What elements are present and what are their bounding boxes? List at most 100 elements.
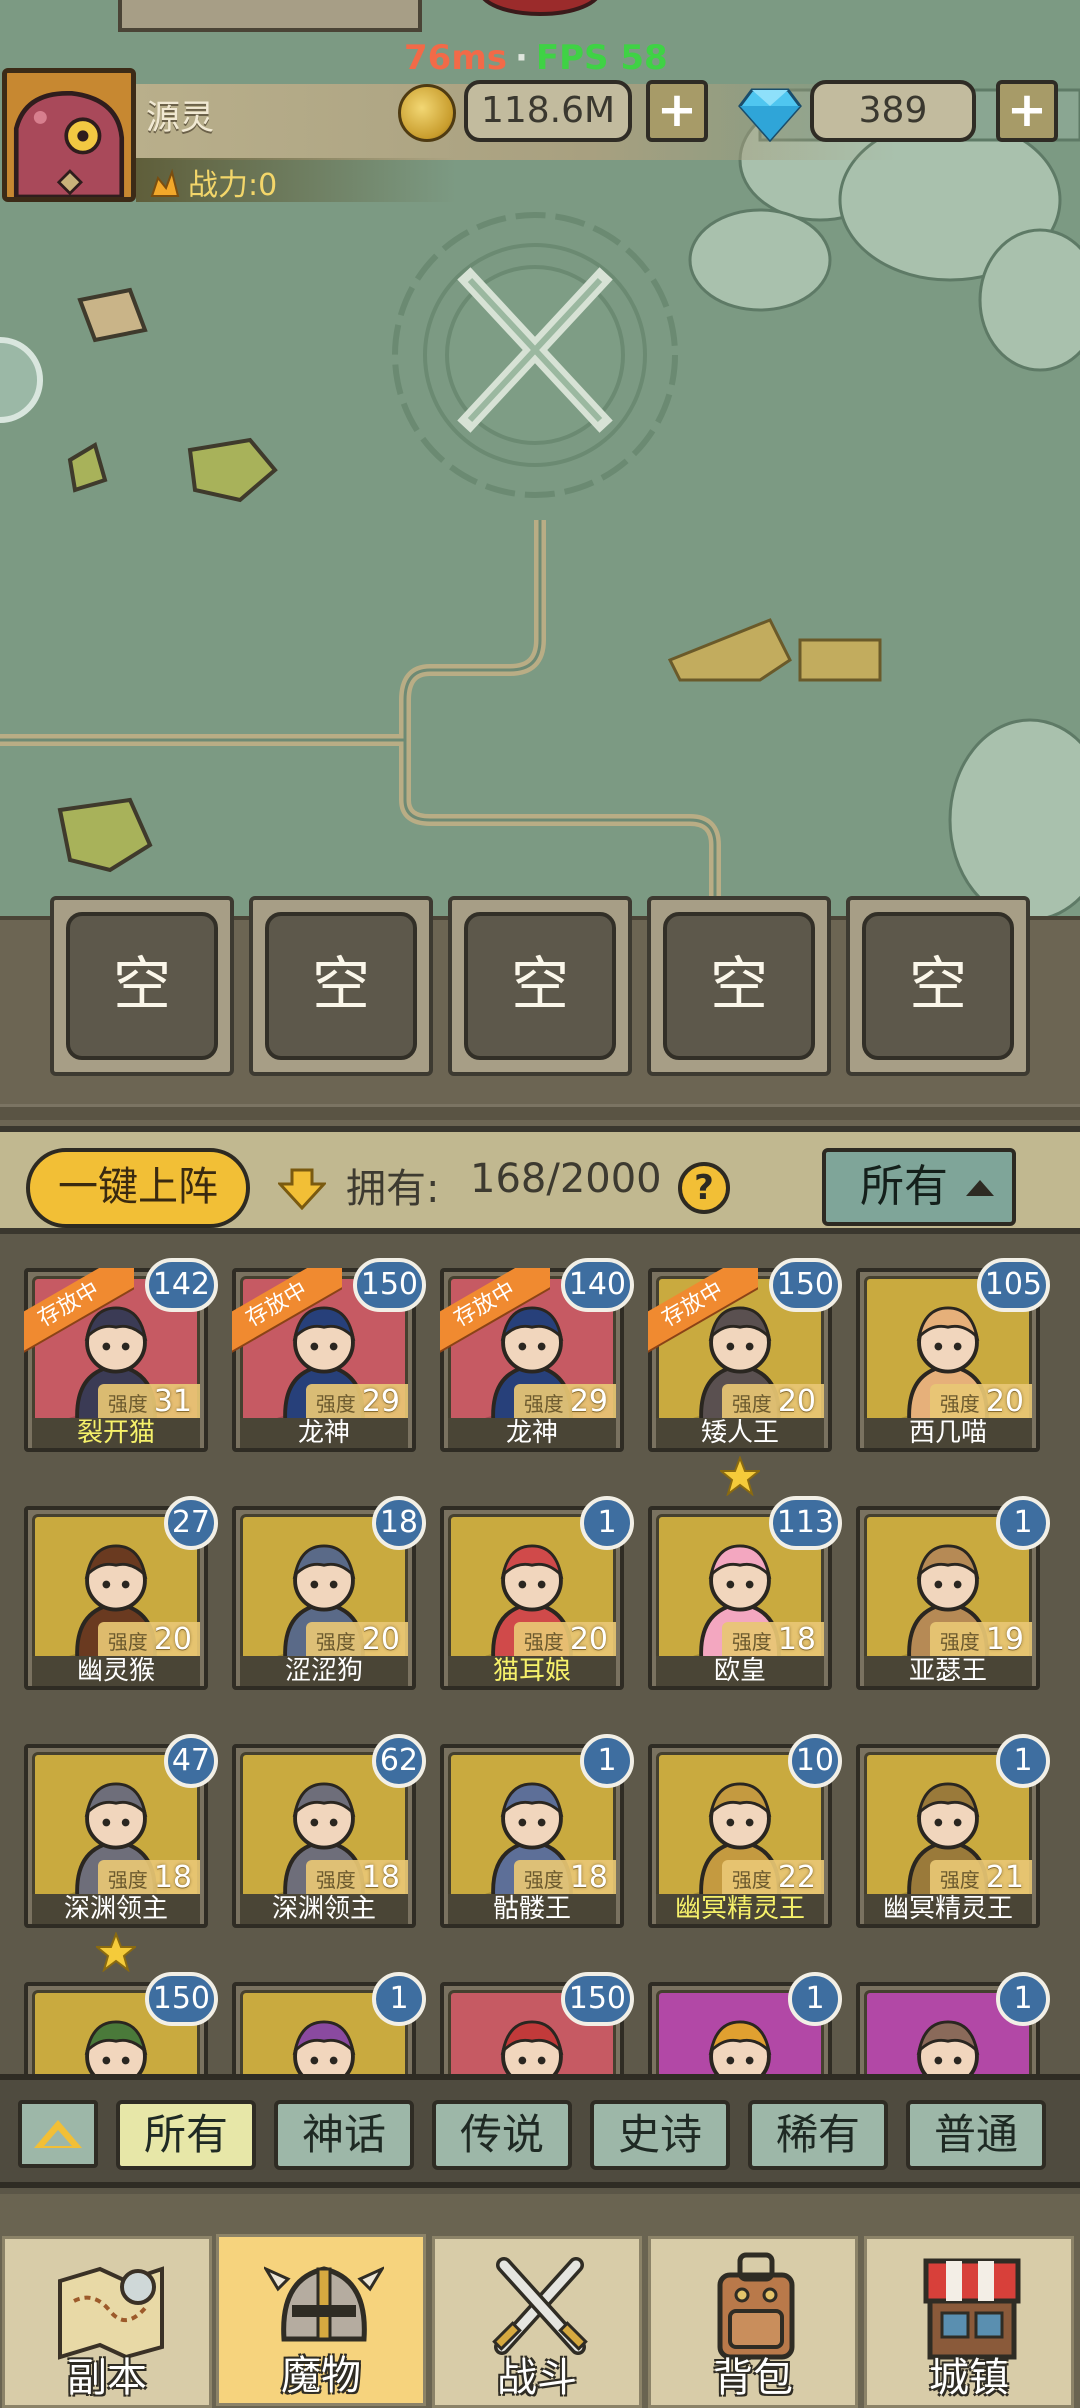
strength-value: 18 [361,1860,400,1895]
collapse-button[interactable] [18,2100,98,2168]
game-screen: 76ms · FPS 58 源灵 战力:0 118.6M + 389 + 空 空… [0,0,1080,2408]
strength-label: 强度 [523,1868,564,1892]
monster-name: 幽冥精灵王 [864,1894,1032,1924]
strength-label: 强度 [523,1630,564,1654]
strength-value: 31 [153,1384,192,1419]
rarity-tab-epic[interactable]: 史诗 [590,2100,730,2170]
sort-filter-dropdown[interactable]: 所有 [822,1148,1016,1226]
formation-slot[interactable]: 空 [647,896,831,1076]
monster-card[interactable]: 强度 20 西几喵 105 [856,1258,1050,1452]
monster-card[interactable]: 强度 22 幽冥精灵王 10 [648,1734,842,1928]
nav-town[interactable]: 城镇 [864,2236,1074,2408]
strength-label: 强度 [523,1392,564,1416]
nav-battle[interactable]: 战斗 [432,2236,642,2408]
strength-value: 22 [777,1860,816,1895]
strength-tag: 强度 20 [721,1384,824,1420]
monster-card[interactable]: 150 [24,1972,218,2078]
strength-value: 18 [569,1860,608,1895]
monster-card[interactable]: 强度 19 亚瑟王 1 [856,1496,1050,1690]
formation-slot[interactable]: 空 [846,896,1030,1076]
monster-card[interactable]: 强度 18 深渊领主 62 [232,1734,426,1928]
stored-ribbon: 存放中 [440,1268,550,1378]
monster-name: 骷髅王 [448,1894,616,1924]
rarity-tab-common[interactable]: 普通 [906,2100,1046,2170]
slot-label: 空 [663,912,815,1060]
count-badge: 150 [560,1972,634,2026]
stored-label: 存放中 [648,1268,758,1358]
owned-label: 拥有: [346,1166,440,1212]
monster-grid[interactable]: 存放中 强度 31 裂开猫 142 存放中 强度 29 龙神 150 存放中 强度 29 龙神 140 存放中… [0,1234,1080,2078]
formation-slot[interactable]: 空 [50,896,234,1076]
count-badge: 1 [788,1972,842,2026]
monster-card[interactable]: 存放中 强度 29 龙神 140 [440,1258,634,1452]
rarity-filter-bar: 所有 神话 传说 史诗 稀有 普通 [0,2074,1080,2188]
monster-card[interactable]: 强度 18 深渊领主 47 [24,1734,218,1972]
strength-tag: 强度 19 [929,1622,1032,1658]
count-badge: 150 [352,1258,426,1312]
count-badge: 150 [144,1972,218,2026]
strength-tag: 强度 29 [513,1384,616,1420]
monster-card[interactable]: 强度 20 幽灵猴 27 [24,1496,218,1690]
auto-deploy-button[interactable]: 一键上阵 [26,1148,250,1228]
combat-power: 战力:0 [148,160,277,204]
count-badge: 47 [163,1734,218,1788]
avatar[interactable] [2,68,136,202]
count-badge: 18 [371,1496,426,1550]
slot-label: 空 [265,912,417,1060]
monster-card[interactable]: 强度 20 猫耳娘 1 [440,1496,634,1690]
strength-label: 强度 [939,1630,980,1654]
add-gold-button[interactable]: + [646,80,708,142]
formation-slot[interactable]: 空 [249,896,433,1076]
count-badge: 1 [996,1734,1050,1788]
monster-card[interactable]: 强度 18 欧皇 113 [648,1496,842,1690]
rarity-tab-rare[interactable]: 稀有 [748,2100,888,2170]
strength-tag: 强度 18 [721,1622,824,1658]
monster-card[interactable]: 强度 20 涩涩狗 18 [232,1496,426,1690]
monster-card[interactable]: 1 [232,1972,426,2078]
slot-label: 空 [464,912,616,1060]
monster-card[interactable]: 150 [440,1972,634,2078]
help-button[interactable]: ? [678,1162,730,1214]
strength-value: 29 [361,1384,400,1419]
strength-tag: 强度 20 [929,1384,1032,1420]
nav-monsters[interactable]: 魔物 [216,2234,426,2406]
count-badge: 62 [371,1734,426,1788]
monster-card[interactable]: 强度 18 骷髅王 1 [440,1734,634,1928]
bottom-nav: 副本 魔物 战斗 背包 城镇 [0,2194,1080,2408]
formation-slot[interactable]: 空 [448,896,632,1076]
monster-card[interactable]: 存放中 强度 31 裂开猫 142 [24,1258,218,1452]
nav-label: 城镇 [929,2355,1009,2401]
nav-dungeon[interactable]: 副本 [2,2236,212,2408]
rarity-tab-all[interactable]: 所有 [116,2100,256,2170]
strength-tag: 强度 20 [513,1622,616,1658]
rarity-tab-mythic[interactable]: 神话 [274,2100,414,2170]
strength-tag: 强度 18 [305,1860,408,1896]
strength-label: 强度 [731,1630,772,1654]
strength-label: 强度 [315,1630,356,1654]
monster-card[interactable]: 存放中 强度 20 矮人王 150 [648,1258,842,1496]
monster-card[interactable]: 存放中 强度 29 龙神 150 [232,1258,426,1452]
roster-header: 一键上阵 拥有: 168/2000 ? 所有 [0,1126,1080,1234]
monster-name: 深渊领主 [32,1894,200,1924]
strength-tag: 强度 18 [513,1860,616,1896]
monster-name: 猫耳娘 [448,1656,616,1686]
count-badge: 27 [163,1496,218,1550]
monster-name: 涩涩狗 [240,1656,408,1686]
strength-value: 18 [153,1860,192,1895]
monster-name: 欧皇 [656,1656,824,1686]
strength-tag: 强度 29 [305,1384,408,1420]
monster-card[interactable]: 1 [648,1972,842,2078]
rarity-tab-legendary[interactable]: 传说 [432,2100,572,2170]
add-gem-button[interactable]: + [996,80,1058,142]
gold-amount: 118.6M [464,80,632,142]
monster-name: 亚瑟王 [864,1656,1032,1686]
strength-value: 20 [153,1622,192,1657]
strength-value: 21 [985,1860,1024,1895]
monster-card[interactable]: 1 [856,1972,1050,2078]
strength-value: 20 [361,1622,400,1657]
diamond-icon [738,88,802,142]
monster-name: 矮人王 [656,1418,824,1448]
monster-name: 龙神 [448,1418,616,1448]
nav-backpack[interactable]: 背包 [648,2236,858,2408]
monster-card[interactable]: 强度 21 幽冥精灵王 1 [856,1734,1050,1928]
